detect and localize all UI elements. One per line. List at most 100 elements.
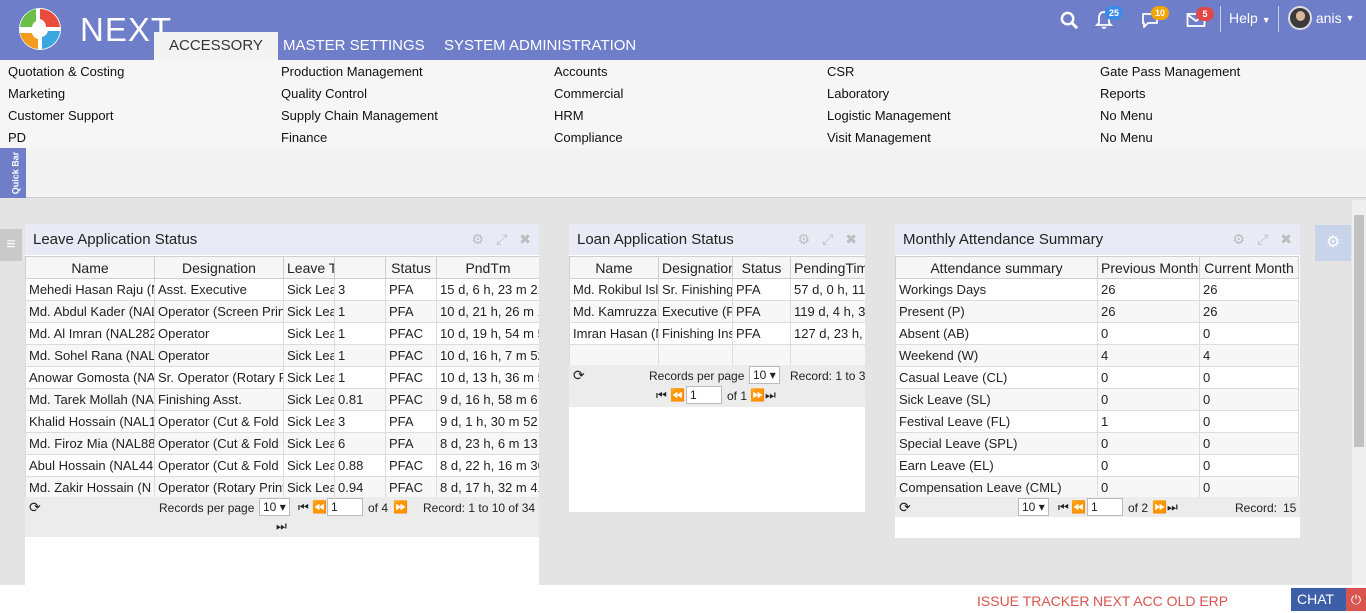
first-page-icon[interactable]: ⏮ xyxy=(656,388,667,403)
page-size-select[interactable]: 10 ▾ xyxy=(749,366,780,384)
chat-bubble-icon[interactable]: 10 xyxy=(1140,6,1169,33)
power-icon[interactable]: ⏻ xyxy=(1346,588,1366,611)
last-page-icon[interactable]: ⏭ xyxy=(765,388,776,403)
column-header[interactable]: Status xyxy=(385,256,437,279)
gear-icon[interactable]: ⚙ xyxy=(1233,231,1246,247)
table-row[interactable]: Md. Sohel Rana (NALOperatorSick Leave1PF… xyxy=(25,344,539,367)
table-row[interactable]: Md. Tarek Mollah (NA Finishing Asst. Sick … xyxy=(25,388,539,411)
column-header[interactable]: Attendance summary xyxy=(895,256,1098,279)
user-menu[interactable]: anis ▼ xyxy=(1288,6,1354,30)
menu-item-marketing[interactable]: Marketing xyxy=(8,86,65,101)
menu-item-csr[interactable]: CSR xyxy=(827,64,854,79)
gear-icon[interactable]: ⚙ xyxy=(798,231,811,247)
prev-page-icon[interactable]: ⏪ xyxy=(312,500,327,514)
search-icon[interactable] xyxy=(1060,11,1079,33)
table-row[interactable]: Special Leave (SPL) 0 0 xyxy=(895,432,1299,455)
menu-item-pd[interactable]: PD xyxy=(8,130,26,145)
table-row[interactable]: Mehedi Hasan Raju (NALAsst. ExecutiveSic… xyxy=(25,278,539,301)
close-icon[interactable]: ✖ xyxy=(845,231,857,247)
column-header[interactable]: Name xyxy=(569,256,659,279)
table-row[interactable]: Present (P) 26 26 xyxy=(895,300,1299,323)
help-dropdown[interactable]: Help ▼ xyxy=(1229,10,1271,26)
close-icon[interactable]: ✖ xyxy=(1280,231,1292,247)
menu-item-reports[interactable]: Reports xyxy=(1100,86,1146,101)
menu-item-quotation-costing[interactable]: Quotation & Costing xyxy=(8,64,124,79)
next-page-icon[interactable]: ⏩ xyxy=(750,388,765,402)
column-header[interactable]: Designation xyxy=(658,256,733,279)
chat-button[interactable]: CHAT ⏻ xyxy=(1291,588,1366,611)
tab-system-administration[interactable]: SYSTEM ADMINISTRATION xyxy=(429,32,651,60)
column-header[interactable]: Current Month xyxy=(1199,256,1299,279)
menu-item-gate-pass[interactable]: Gate Pass Management xyxy=(1100,64,1240,79)
last-page-icon[interactable]: ⏭ xyxy=(276,519,287,534)
column-header[interactable]: Leave Type xyxy=(283,256,335,279)
table-row[interactable]: Anowar Gomosta (NA Sr. Operator (Rotary P… xyxy=(25,366,539,389)
table-row[interactable]: Earn Leave (EL) 0 0 xyxy=(895,454,1299,477)
table-row[interactable]: Compensation Leave (CML) 0 0 xyxy=(895,476,1299,499)
table-row[interactable]: Md. Zakir Hossain (N Operator (Rotary Pri… xyxy=(25,476,539,499)
menu-item-compliance[interactable]: Compliance xyxy=(554,130,623,145)
table-row[interactable]: Abul Hossain (NAL44 Operator (Cut & Fold … xyxy=(25,454,539,477)
expand-icon[interactable]: ⤢ xyxy=(822,231,833,247)
table-row[interactable]: Weekend (W) 4 4 xyxy=(895,344,1299,367)
tab-master-settings[interactable]: MASTER SETTINGS xyxy=(268,32,440,60)
sidebar-menu-icon[interactable]: ≡ xyxy=(0,229,22,261)
table-row[interactable]: Casual Leave (CL) 0 0 xyxy=(895,366,1299,389)
issue-tracker-link[interactable]: ISSUE TRACKER xyxy=(977,593,1090,609)
menu-item-no-menu[interactable]: No Menu xyxy=(1100,108,1153,123)
table-row[interactable]: Imran Hasan (N Finishing Ins PFA 127 d, 23 … xyxy=(569,322,865,345)
first-page-icon[interactable]: ⏮ xyxy=(1058,500,1069,515)
column-header[interactable]: Status xyxy=(732,256,791,279)
column-header[interactable]: Name xyxy=(25,256,155,279)
brand-logo[interactable]: NEXT xyxy=(16,5,171,53)
notifications-bell-icon[interactable]: 25 xyxy=(1094,6,1123,33)
scrollbar-thumb[interactable] xyxy=(1354,215,1364,447)
last-page-icon[interactable]: ⏭ xyxy=(1167,500,1178,515)
page-number-input[interactable]: 1 xyxy=(327,498,363,516)
first-page-icon[interactable]: ⏮ xyxy=(298,500,309,515)
refresh-icon[interactable]: ⟳ xyxy=(573,367,585,384)
table-row[interactable]: Khalid Hossain (NAL1 Operator (Cut & Fold… xyxy=(25,410,539,433)
table-row[interactable]: Md. Rokibul Isl Sr. Finishing PFA 57 d, 0 h… xyxy=(569,278,865,301)
table-row[interactable]: Festival Leave (FL) 1 0 xyxy=(895,410,1299,433)
tab-accessory[interactable]: ACCESSORY xyxy=(154,32,278,60)
menu-item-commercial[interactable]: Commercial xyxy=(554,86,623,101)
page-number-input[interactable]: 1 xyxy=(1087,498,1123,516)
menu-item-supply-chain[interactable]: Supply Chain Management xyxy=(281,108,438,123)
old-erp-link[interactable]: NEXT ACC OLD ERP xyxy=(1093,593,1228,609)
table-row[interactable]: Md. Abdul Kader (NAL Operator (Screen Pri… xyxy=(25,300,539,323)
column-header[interactable] xyxy=(334,256,386,279)
column-header[interactable]: Previous Month xyxy=(1097,256,1200,279)
refresh-icon[interactable]: ⟳ xyxy=(29,499,41,516)
gear-icon[interactable]: ⚙ xyxy=(472,231,485,247)
expand-icon[interactable]: ⤢ xyxy=(1257,231,1268,247)
close-icon[interactable]: ✖ xyxy=(519,231,531,247)
settings-sliders-icon[interactable]: ⚙ xyxy=(1315,225,1351,261)
menu-item-laboratory[interactable]: Laboratory xyxy=(827,86,889,101)
table-row[interactable]: Md. Al Imran (NAL282OperatorSick Leave1P… xyxy=(25,322,539,345)
menu-item-quality-control[interactable]: Quality Control xyxy=(281,86,367,101)
table-row[interactable]: Workings Days 26 26 xyxy=(895,278,1299,301)
quick-bar-toggle[interactable]: Quick Bar xyxy=(0,148,26,198)
table-row[interactable]: Md. Kamruzza Executive (P PFA 119 d, 4 h, 3 xyxy=(569,300,865,323)
menu-item-production-management[interactable]: Production Management xyxy=(281,64,423,79)
menu-item-logistic-management[interactable]: Logistic Management xyxy=(827,108,951,123)
page-number-input[interactable]: 1 xyxy=(686,386,722,404)
table-row[interactable]: Absent (AB) 0 0 xyxy=(895,322,1299,345)
prev-page-icon[interactable]: ⏪ xyxy=(670,388,685,402)
menu-item-hrm[interactable]: HRM xyxy=(554,108,584,123)
expand-icon[interactable]: ⤢ xyxy=(496,231,507,247)
table-row[interactable]: Sick Leave (SL) 0 0 xyxy=(895,388,1299,411)
column-header[interactable]: PndTm xyxy=(436,256,539,279)
menu-item-accounts[interactable]: Accounts xyxy=(554,64,607,79)
next-page-icon[interactable]: ⏩ xyxy=(393,500,408,514)
prev-page-icon[interactable]: ⏪ xyxy=(1071,500,1086,514)
menu-item-finance[interactable]: Finance xyxy=(281,130,327,145)
column-header[interactable]: Designation xyxy=(154,256,284,279)
refresh-icon[interactable]: ⟳ xyxy=(899,499,911,516)
column-header[interactable]: PendingTime xyxy=(790,256,865,279)
next-page-icon[interactable]: ⏩ xyxy=(1152,500,1167,514)
page-size-select[interactable]: 10 ▾ xyxy=(1018,498,1049,516)
table-row[interactable]: Md. Firoz Mia (NAL88 Operator (Cut & Fold… xyxy=(25,432,539,455)
menu-item-no-menu[interactable]: No Menu xyxy=(1100,130,1153,145)
